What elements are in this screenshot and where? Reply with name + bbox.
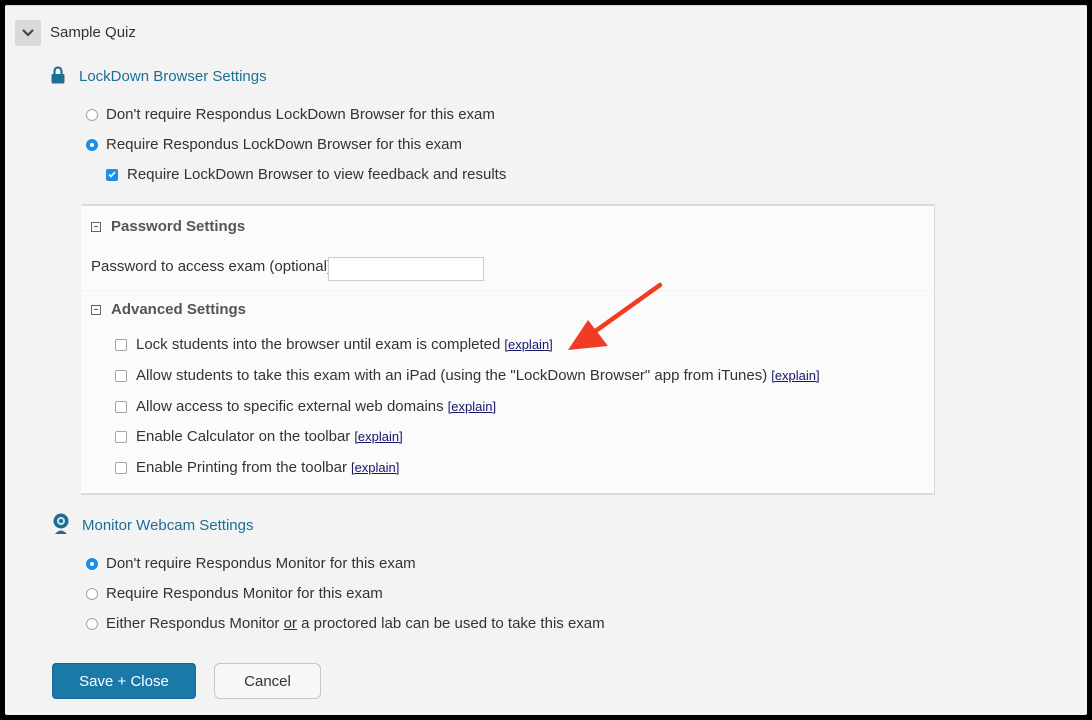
advanced-item-web-domains[interactable]: Allow access to specific external web do… — [115, 398, 496, 415]
webcam-radio-required[interactable] — [86, 587, 98, 600]
either-suffix: a proctored lab can be used to take this… — [296, 615, 605, 632]
explain-link[interactable]: [explain] — [351, 460, 399, 475]
explain-link[interactable]: [explain] — [354, 429, 402, 444]
feedback-results-checkbox[interactable] — [106, 168, 118, 181]
advanced-settings-title: Advanced Settings — [111, 301, 247, 318]
advanced-item-ipad[interactable]: Allow students to take this exam with an… — [115, 367, 820, 384]
option-label: Enable Calculator on the toolbar — [136, 428, 351, 445]
option-label: Require Respondus LockDown Browser for t… — [106, 136, 462, 153]
chevron-down-icon — [22, 29, 34, 37]
password-field-label: Password to access exam (optional) — [91, 258, 332, 275]
option-label: Allow access to specific external web do… — [136, 398, 444, 415]
option-label: Don't require Respondus LockDown Browser… — [106, 106, 495, 123]
explain-link[interactable]: [explain] — [448, 399, 496, 414]
calculator-checkbox[interactable] — [115, 430, 127, 443]
top-divider — [5, 5, 1087, 6]
advanced-item-printing[interactable]: Enable Printing from the toolbar [explai… — [115, 459, 399, 476]
ipad-checkbox[interactable] — [115, 369, 127, 382]
advanced-item-lock-students[interactable]: Lock students into the browser until exa… — [115, 336, 553, 353]
advanced-settings-header[interactable]: Advanced Settings — [91, 301, 246, 318]
webcam-option-either[interactable]: Either Respondus Monitor or a proctored … — [86, 615, 605, 632]
option-label: Allow students to take this exam with an… — [136, 367, 768, 384]
explain-link[interactable]: [explain] — [771, 368, 819, 383]
password-settings-title: Password Settings — [111, 218, 246, 235]
advanced-settings-box: Advanced Settings Lock students into the… — [81, 291, 935, 495]
password-input[interactable] — [328, 257, 484, 281]
lockdown-radio-not-required[interactable] — [86, 108, 98, 121]
explain-link[interactable]: [explain] — [504, 337, 552, 352]
annotation-arrow-icon — [568, 282, 663, 350]
printing-checkbox[interactable] — [115, 461, 127, 474]
webcam-radio-not-required[interactable] — [86, 557, 98, 570]
lock-students-checkbox[interactable] — [115, 338, 127, 351]
checkmark-icon — [108, 171, 116, 178]
settings-panel: Sample Quiz LockDown Browser Settings Do… — [5, 5, 1087, 715]
option-label: Require Respondus Monitor for this exam — [106, 585, 383, 602]
option-label: Enable Printing from the toolbar — [136, 459, 347, 476]
quiz-title: Sample Quiz — [50, 24, 136, 41]
password-settings-header[interactable]: Password Settings — [91, 218, 245, 235]
option-label: Require LockDown Browser to view feedbac… — [127, 166, 507, 183]
lock-icon — [51, 66, 65, 84]
option-label: Lock students into the browser until exa… — [136, 336, 501, 353]
webcam-settings-title: Monitor Webcam Settings — [82, 517, 254, 534]
password-settings-box: Password Settings Password to access exa… — [81, 204, 935, 290]
advanced-item-calculator[interactable]: Enable Calculator on the toolbar [explai… — [115, 428, 403, 445]
either-or: or — [283, 615, 297, 632]
webcam-icon — [53, 513, 69, 534]
option-label: Don't require Respondus Monitor for this… — [106, 555, 416, 572]
save-close-button[interactable]: Save + Close — [52, 663, 196, 699]
webcam-option-not-required[interactable]: Don't require Respondus Monitor for this… — [86, 555, 416, 572]
web-domains-checkbox[interactable] — [115, 400, 127, 413]
webcam-radio-either[interactable] — [86, 617, 98, 630]
feedback-results-option[interactable]: Require LockDown Browser to view feedbac… — [106, 166, 506, 183]
collapse-minus-icon[interactable] — [91, 304, 101, 315]
cancel-button[interactable]: Cancel — [214, 663, 321, 699]
lockdown-settings-title: LockDown Browser Settings — [79, 68, 267, 85]
lockdown-radio-required[interactable] — [86, 138, 98, 151]
lockdown-option-required[interactable]: Require Respondus LockDown Browser for t… — [86, 136, 462, 153]
lockdown-option-not-required[interactable]: Don't require Respondus LockDown Browser… — [86, 106, 495, 123]
either-prefix: Either Respondus Monitor — [106, 615, 284, 632]
collapse-minus-icon[interactable] — [91, 221, 101, 232]
webcam-option-required[interactable]: Require Respondus Monitor for this exam — [86, 585, 383, 602]
option-label: Either Respondus Monitor or a proctored … — [106, 615, 605, 632]
collapse-button[interactable] — [15, 20, 41, 46]
